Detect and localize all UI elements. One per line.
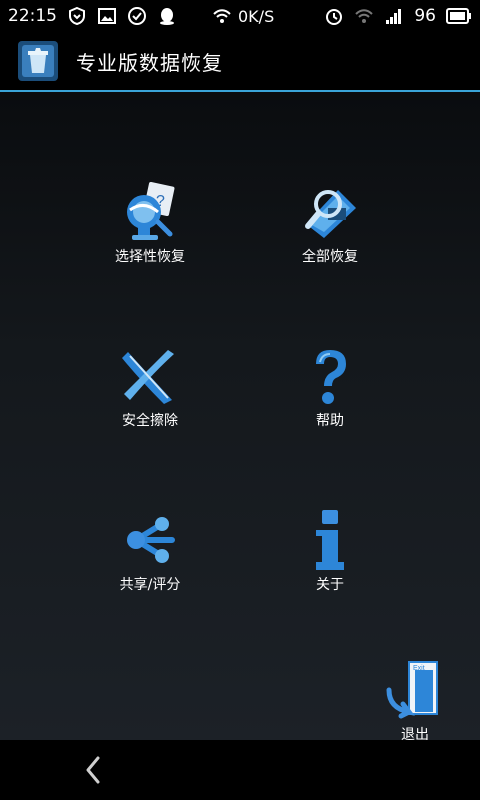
- menu-label: 安全擦除: [122, 413, 178, 429]
- battery-icon: [446, 8, 471, 24]
- qq-icon: [160, 8, 174, 25]
- help-icon: [316, 350, 346, 404]
- menu-label: 关于: [316, 577, 344, 593]
- menu-label: 全部恢复: [302, 249, 358, 265]
- secure-erase-icon: [122, 350, 174, 404]
- status-bar: 22:15 0K/S 96: [0, 0, 480, 32]
- exit-door-icon: Exit: [386, 661, 438, 719]
- exit-sign-text: Exit: [413, 665, 425, 672]
- battery-level: 96: [414, 6, 436, 26]
- page-title: 专业版数据恢复: [76, 50, 223, 75]
- network-speed: 0K/S: [238, 6, 275, 26]
- check-circle-icon: [128, 7, 146, 25]
- menu-item-about[interactable]: 关于: [260, 508, 400, 618]
- clock: 22:15: [8, 6, 57, 26]
- shield-heart-icon: [69, 6, 85, 26]
- app-logo-icon: [18, 41, 58, 81]
- menu-item-selective-restore[interactable]: ? 选择性恢复: [80, 180, 220, 290]
- alarm-icon: [326, 9, 343, 25]
- back-chevron-icon[interactable]: [78, 752, 110, 788]
- image-icon: [98, 8, 116, 24]
- main-menu: ? 选择性恢复 全部恢复 安全擦除 帮助 共享/评分 关于 Exit 退出: [0, 92, 480, 743]
- share-icon: [127, 517, 175, 563]
- cell-signal-icon: [386, 9, 402, 24]
- menu-item-share[interactable]: 共享/评分: [80, 508, 220, 618]
- menu-label: 帮助: [316, 413, 344, 429]
- navigation-bar: [0, 740, 480, 800]
- about-icon: [316, 510, 344, 570]
- wifi-icon: [213, 9, 231, 23]
- selective-restore-icon: ?: [127, 181, 175, 240]
- menu-label: 共享/评分: [119, 577, 181, 593]
- menu-item-secure-erase[interactable]: 安全擦除: [80, 344, 220, 454]
- full-restore-icon: [305, 190, 356, 238]
- wifi-signal-icon: [355, 9, 374, 23]
- app-bar: 专业版数据恢复: [0, 32, 480, 92]
- menu-item-full-restore[interactable]: 全部恢复: [260, 180, 400, 290]
- menu-item-help[interactable]: 帮助: [260, 344, 400, 454]
- menu-label: 选择性恢复: [115, 249, 185, 265]
